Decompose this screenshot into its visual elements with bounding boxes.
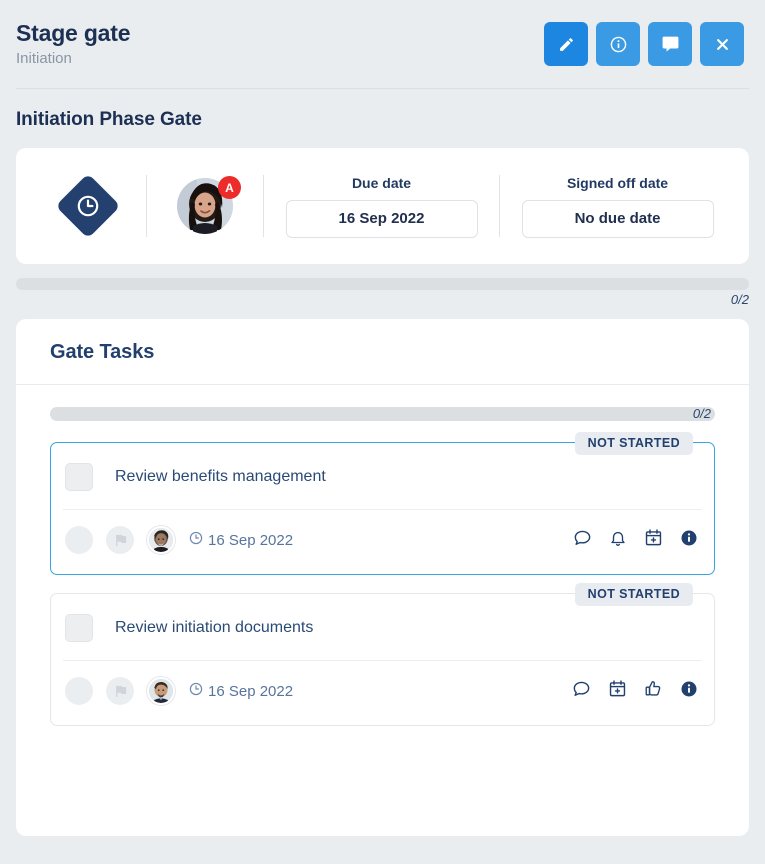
header-titles: Stage gate Initiation: [16, 16, 131, 68]
due-date-block: Due date 16 Sep 2022: [264, 175, 499, 238]
task-assignee-avatar[interactable]: [147, 677, 175, 706]
header-actions: [544, 22, 744, 66]
task-assignee-avatar[interactable]: [147, 526, 175, 555]
comment-icon[interactable]: [573, 528, 592, 552]
task-avatar-placeholder[interactable]: [65, 526, 93, 555]
gate-progress: 0/2: [16, 278, 749, 307]
task-row[interactable]: NOT STARTED Review benefits management 1…: [50, 432, 715, 576]
tasks-progress: 0/2: [50, 406, 715, 422]
close-icon: [715, 37, 730, 52]
assignee-badge: A: [218, 176, 241, 200]
task-due-date-text: 16 Sep 2022: [208, 682, 294, 700]
bell-icon[interactable]: [609, 529, 627, 552]
task-row[interactable]: NOT STARTED Review initiation documents: [50, 583, 715, 727]
gate-progress-bar: [16, 278, 749, 291]
gate-progress-count: 0/2: [730, 292, 749, 308]
pencil-icon: [558, 36, 575, 53]
info-button[interactable]: [596, 22, 640, 66]
calendar-plus-icon[interactable]: [644, 528, 663, 552]
comment-icon: [661, 35, 680, 54]
task-checkbox[interactable]: [65, 614, 93, 643]
info-icon[interactable]: [680, 680, 698, 703]
calendar-plus-icon[interactable]: [608, 679, 627, 703]
divider: [16, 384, 749, 386]
task-due-date-text: 16 Sep 2022: [208, 531, 294, 549]
comment-icon[interactable]: [572, 679, 591, 703]
stage-gate-page: Stage gate Initiation Initiation Phase G…: [0, 0, 765, 864]
comment-button[interactable]: [648, 22, 692, 66]
page-title: Stage gate: [16, 20, 131, 46]
signed-off-date-label: Signed off date: [566, 174, 669, 191]
signed-off-date-block: Signed off date No due date: [500, 175, 735, 238]
task-footer: 16 Sep 2022: [51, 510, 714, 574]
task-list: NOT STARTED Review benefits management 1…: [50, 432, 715, 727]
gate-info-card: A Due date 16 Sep 2022 Signed off date N…: [16, 148, 749, 265]
tasks-progress-count: 0/2: [692, 406, 711, 422]
signed-off-date-value[interactable]: No due date: [521, 199, 714, 238]
thumbs-up-icon[interactable]: [644, 679, 663, 703]
task-actions: [572, 679, 698, 703]
task-title: Review benefits management: [115, 468, 326, 486]
task-checkbox[interactable]: [65, 463, 93, 492]
task-due-date[interactable]: 16 Sep 2022: [189, 531, 293, 549]
flag-icon[interactable]: [106, 677, 134, 706]
page-subtitle: Initiation: [16, 50, 72, 68]
clock-icon: [189, 682, 203, 700]
close-button[interactable]: [700, 22, 744, 66]
due-date-value[interactable]: 16 Sep 2022: [285, 199, 478, 238]
section-heading: Initiation Phase Gate: [16, 109, 202, 131]
status-badge: NOT STARTED: [574, 583, 693, 607]
task-due-date[interactable]: 16 Sep 2022: [189, 682, 293, 700]
task-title: Review initiation documents: [115, 619, 314, 637]
page-header: Stage gate Initiation: [0, 0, 765, 68]
gate-icon: [30, 173, 146, 239]
status-badge: NOT STARTED: [574, 432, 693, 456]
gate-tasks-title: Gate Tasks: [50, 341, 155, 364]
tasks-progress-bar: [50, 407, 715, 422]
gate-diamond-clock-icon: [55, 173, 121, 239]
task-actions: [573, 528, 698, 552]
edit-button[interactable]: [544, 22, 588, 66]
clock-icon: [189, 531, 203, 549]
flag-icon[interactable]: [106, 526, 134, 555]
due-date-label: Due date: [351, 174, 412, 191]
info-icon: [610, 36, 627, 53]
assignee[interactable]: A: [147, 176, 263, 235]
info-icon[interactable]: [680, 529, 698, 552]
task-footer: 16 Sep 2022: [51, 661, 714, 725]
gate-tasks-panel: Gate Tasks 0/2 NOT STARTED Review benefi…: [16, 319, 749, 837]
task-avatar-placeholder[interactable]: [65, 677, 93, 706]
